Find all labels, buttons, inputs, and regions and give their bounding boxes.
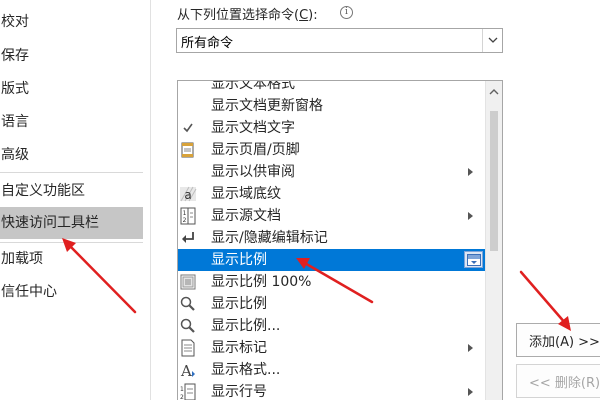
magnifier-icon — [179, 317, 197, 335]
nav-item-language[interactable]: 语言 — [0, 106, 143, 138]
submenu-arrow-icon — [468, 168, 473, 176]
list-item[interactable]: 显示比例 — [178, 293, 485, 315]
nav-item-layout[interactable]: 版式 — [0, 73, 143, 105]
list-item-selected[interactable]: 显示比例 — [178, 249, 485, 271]
list-item[interactable]: 显示标记 — [178, 337, 485, 359]
remove-button[interactable]: << 删除(R) — [516, 364, 600, 398]
list-item[interactable]: 显示文档更新窗格 — [178, 95, 485, 117]
svg-text:1: 1 — [180, 386, 184, 393]
svg-text:a: a — [184, 188, 191, 202]
command-list[interactable]: 显示文本格式 显示文档更新窗格 显示文档文字 显示页眉/页脚 显示以供审阅 a … — [177, 80, 503, 400]
chevron-down-icon[interactable] — [482, 29, 502, 52]
vertical-scrollbar[interactable] — [485, 81, 502, 400]
nav-item-advanced[interactable]: 高级 — [0, 139, 143, 171]
command-source-dropdown[interactable]: 所有命令 — [176, 28, 503, 53]
command-label: 显示源文档 — [211, 208, 281, 224]
nav-item-trust-center[interactable]: 信任中心 — [0, 276, 143, 308]
list-item[interactable]: A 显示格式... — [178, 359, 485, 381]
command-label: 显示比例... — [211, 318, 281, 334]
list-item[interactable]: 显示文本格式 — [178, 80, 485, 95]
source-document-icon: 12 — [179, 207, 197, 225]
list-item[interactable]: a 显示域底纹 — [178, 183, 485, 205]
command-label: 显示/隐藏编辑标记 — [211, 230, 328, 246]
nav-divider — [150, 0, 151, 400]
submenu-arrow-icon — [468, 344, 473, 352]
options-nav-pane: 校对 保存 版式 语言 高级 自定义功能区 快速访问工具栏 加载项 信任中心 — [0, 0, 143, 400]
field-shading-icon: a — [179, 185, 197, 203]
svg-text:2: 2 — [183, 217, 187, 224]
command-label: 显示文本格式 — [211, 80, 295, 92]
scrollbar-thumb[interactable] — [490, 111, 498, 251]
zoom-100-icon — [179, 273, 197, 291]
command-label: 显示页眉/页脚 — [211, 142, 300, 158]
command-label: 显示文档文字 — [211, 120, 295, 136]
list-item[interactable]: 显示页眉/页脚 — [178, 139, 485, 161]
scroll-up-icon[interactable] — [489, 89, 499, 95]
command-label: 显示比例 — [211, 252, 267, 268]
magnifier-icon — [179, 295, 197, 313]
svg-text:A: A — [180, 362, 192, 379]
submenu-arrow-icon — [468, 388, 473, 396]
command-label: 显示比例 — [211, 296, 267, 312]
add-button[interactable]: 添加(A) >> — [516, 323, 600, 357]
command-label: 显示以供审阅 — [211, 164, 295, 180]
command-label: 显示比例 100% — [211, 274, 312, 290]
list-item[interactable]: 12 显示源文档 — [178, 205, 485, 227]
nav-item-customize-ribbon[interactable]: 自定义功能区 — [0, 175, 143, 207]
line-number-icon: 12 — [179, 383, 197, 400]
command-label: 显示域底纹 — [211, 186, 281, 202]
list-item[interactable]: 显示文档文字 — [178, 117, 485, 139]
markup-icon — [179, 339, 197, 357]
access-key: C — [299, 8, 309, 23]
edit-mark-icon — [179, 229, 197, 247]
list-item[interactable]: 显示以供审阅 — [178, 161, 485, 183]
command-label: 显示文档更新窗格 — [211, 98, 323, 114]
command-label: 显示行号 — [211, 384, 267, 400]
list-item[interactable]: 显示比例... — [178, 315, 485, 337]
svg-text:2: 2 — [180, 394, 184, 400]
combo-box-icon — [464, 251, 483, 268]
nav-item-proofing[interactable]: 校对 — [0, 6, 143, 38]
checkmark-icon — [179, 119, 197, 137]
list-item[interactable]: 12 显示行号 — [178, 381, 485, 400]
nav-item-quick-access-toolbar[interactable]: 快速访问工具栏 — [0, 207, 143, 239]
command-label: 显示格式... — [211, 362, 281, 378]
show-format-icon: A — [179, 361, 197, 380]
list-item[interactable]: 显示比例 100% — [178, 271, 485, 293]
nav-separator — [0, 172, 143, 173]
command-source-label: 从下列位置选择命令(C): — [177, 8, 318, 23]
submenu-arrow-icon — [468, 212, 473, 220]
header-footer-icon — [179, 141, 197, 159]
info-icon[interactable]: i — [340, 6, 353, 19]
command-label: 显示标记 — [211, 340, 267, 356]
svg-text:1: 1 — [183, 210, 187, 217]
nav-item-add-ins[interactable]: 加载项 — [0, 243, 143, 275]
command-source-value: 所有命令 — [181, 36, 234, 51]
list-item[interactable]: 显示/隐藏编辑标记 — [178, 227, 485, 249]
nav-item-save[interactable]: 保存 — [0, 40, 143, 72]
